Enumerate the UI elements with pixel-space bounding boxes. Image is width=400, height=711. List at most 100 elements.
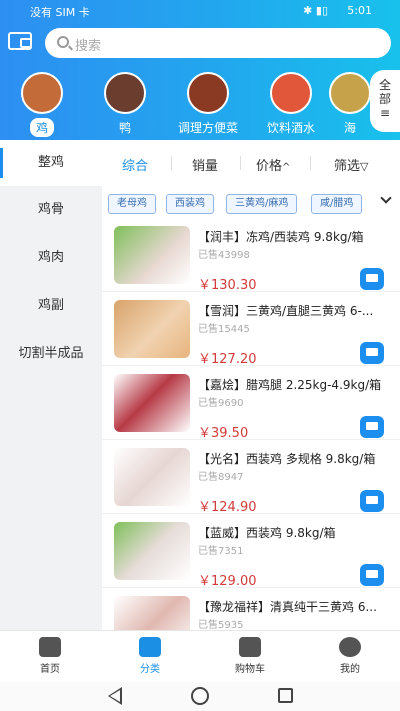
all-categories-button[interactable]: 全 部 ≡ bbox=[370, 70, 400, 132]
product-item[interactable]: 【嘉烩】腊鸡腿 2.25kg-4.9kg/箱 已售9690 ￥39.50 bbox=[102, 366, 400, 441]
product-image bbox=[114, 522, 190, 580]
chevron-down-icon[interactable] bbox=[380, 192, 392, 204]
search-input[interactable]: 搜索 bbox=[45, 28, 391, 58]
product-price: ￥127.20 bbox=[198, 352, 257, 367]
clock: 5:01 bbox=[347, 4, 372, 17]
wallet-icon[interactable] bbox=[8, 32, 32, 50]
profile-icon bbox=[339, 637, 361, 657]
sidebar-item-chicken-offal[interactable]: 鸡副 bbox=[0, 294, 102, 313]
add-to-cart-button[interactable] bbox=[360, 342, 384, 364]
status-icons: ✱ ▮▯ bbox=[303, 4, 328, 17]
product-image bbox=[114, 448, 190, 506]
nav-cart[interactable]: 购物车 bbox=[200, 631, 300, 683]
add-to-cart-button[interactable] bbox=[360, 490, 384, 512]
product-image bbox=[114, 300, 190, 358]
tag-western-chicken[interactable]: 西装鸡 bbox=[166, 194, 214, 214]
sort-price-label: 价格 bbox=[256, 159, 283, 174]
product-name: 【光名】西装鸡 多规格 9.8kg/箱 bbox=[198, 452, 376, 466]
product-sold: 已售8947 bbox=[198, 472, 244, 483]
chicken-image bbox=[21, 72, 63, 114]
search-icon bbox=[57, 36, 69, 48]
menu-icon: ≡ bbox=[379, 106, 391, 120]
recent-apps-icon[interactable] bbox=[278, 688, 293, 703]
product-sold: 已售5935 bbox=[198, 620, 244, 630]
product-name: 【雪润】三黄鸡/直腿三黄鸡 6-... bbox=[198, 304, 374, 318]
tag-cured-chicken[interactable]: 咸/腊鸡 bbox=[311, 194, 363, 214]
product-item[interactable]: 【润丰】冻鸡/西装鸡 9.8kg/箱 已售43998 ￥130.30 bbox=[102, 218, 400, 293]
home-circle-icon[interactable] bbox=[191, 687, 209, 705]
divider bbox=[310, 156, 311, 170]
product-image bbox=[114, 596, 190, 630]
system-nav-bar bbox=[0, 682, 400, 711]
product-sold: 已售43998 bbox=[198, 250, 250, 261]
product-sold: 已售7351 bbox=[198, 546, 244, 557]
category-label: 海 bbox=[343, 121, 356, 135]
product-image bbox=[114, 226, 190, 284]
bottom-nav: 首页 分类 购物车 我的 bbox=[0, 630, 400, 682]
nav-category[interactable]: 分类 bbox=[100, 631, 200, 683]
status-bar: 没有 SIM 卡 ✱ ▮▯ 5:01 bbox=[0, 0, 400, 22]
carrier-status: 没有 SIM 卡 bbox=[30, 6, 90, 19]
category-icon bbox=[139, 637, 161, 657]
nav-profile[interactable]: 我的 bbox=[300, 631, 400, 683]
all-label-bottom: 部 bbox=[378, 92, 391, 106]
filter-label: 筛选 bbox=[334, 159, 361, 174]
sort-sales[interactable]: 销量 bbox=[192, 155, 218, 174]
add-to-cart-button[interactable] bbox=[360, 268, 384, 290]
product-price: ￥39.50 bbox=[198, 426, 249, 441]
product-list: 【润丰】冻鸡/西装鸡 9.8kg/箱 已售43998 ￥130.30 【雪润】三… bbox=[102, 218, 400, 630]
cart-icon bbox=[239, 637, 261, 657]
divider bbox=[171, 156, 172, 170]
product-price: ￥130.30 bbox=[198, 278, 257, 293]
product-sold: 已售15445 bbox=[198, 324, 250, 335]
nav-label: 购物车 bbox=[235, 664, 265, 675]
category-label: 饮料酒水 bbox=[266, 121, 315, 135]
product-name: 【润丰】冻鸡/西装鸡 9.8kg/箱 bbox=[198, 230, 364, 244]
category-prepared-food[interactable]: 调理方便菜 bbox=[168, 72, 248, 137]
sort-price[interactable]: 价格^ bbox=[256, 155, 290, 174]
tag-row: 老母鸡 西装鸡 三黄鸡/麻鸡 咸/腊鸡 bbox=[102, 188, 400, 218]
product-name: 【嘉烩】腊鸡腿 2.25kg-4.9kg/箱 bbox=[198, 378, 382, 392]
sidebar-item-semi-finished[interactable]: 切割半成品 bbox=[0, 342, 102, 361]
product-sold: 已售9690 bbox=[198, 398, 244, 409]
duck-image bbox=[104, 72, 146, 114]
add-to-cart-button[interactable] bbox=[360, 416, 384, 438]
sidebar-item-chicken-meat[interactable]: 鸡肉 bbox=[0, 246, 102, 265]
top-header: 没有 SIM 卡 ✱ ▮▯ 5:01 搜索 鸡 鸭 调理方便菜 饮料酒水 海 全… bbox=[0, 0, 400, 140]
nav-label: 分类 bbox=[140, 664, 160, 675]
product-price: ￥124.90 bbox=[198, 500, 257, 515]
back-icon[interactable] bbox=[108, 687, 122, 705]
product-image bbox=[114, 374, 190, 432]
category-chicken[interactable]: 鸡 bbox=[2, 72, 82, 137]
sidebar-item-whole-chicken[interactable]: 整鸡 bbox=[0, 140, 102, 186]
product-item[interactable]: 【豫龙福祥】清真纯干三黄鸡 6... 已售5935 bbox=[102, 588, 400, 630]
category-label: 鸡 bbox=[29, 118, 54, 137]
product-name: 【蓝威】西装鸡 9.8kg/箱 bbox=[198, 526, 336, 540]
filter-icon: ▽ bbox=[360, 160, 369, 173]
category-label: 调理方便菜 bbox=[177, 121, 238, 135]
filter-button[interactable]: 筛选▽ bbox=[334, 155, 368, 174]
add-to-cart-button[interactable] bbox=[360, 564, 384, 586]
nav-home[interactable]: 首页 bbox=[0, 631, 100, 683]
sidebar-item-chicken-bone[interactable]: 鸡骨 bbox=[0, 198, 102, 217]
tag-old-hen[interactable]: 老母鸡 bbox=[108, 194, 156, 214]
tag-sanhuang-chicken[interactable]: 三黄鸡/麻鸡 bbox=[226, 194, 298, 214]
prepared-food-image bbox=[187, 72, 229, 114]
category-drinks[interactable]: 饮料酒水 bbox=[251, 72, 331, 137]
drinks-image bbox=[270, 72, 312, 114]
sort-arrow-icon: ^ bbox=[282, 162, 291, 173]
search-placeholder: 搜索 bbox=[75, 39, 102, 54]
seafood-image bbox=[329, 72, 371, 114]
product-price: ￥129.00 bbox=[198, 574, 257, 589]
nav-label: 首页 bbox=[40, 664, 60, 675]
sort-default[interactable]: 综合 bbox=[122, 155, 148, 174]
product-item[interactable]: 【光名】西装鸡 多规格 9.8kg/箱 已售8947 ￥124.90 bbox=[102, 440, 400, 515]
home-icon bbox=[39, 637, 61, 657]
product-name: 【豫龙福祥】清真纯干三黄鸡 6... bbox=[198, 600, 377, 614]
category-duck[interactable]: 鸭 bbox=[85, 72, 165, 137]
all-label-top: 全 bbox=[378, 78, 391, 92]
product-item[interactable]: 【雪润】三黄鸡/直腿三黄鸡 6-... 已售15445 ￥127.20 bbox=[102, 292, 400, 367]
nav-label: 我的 bbox=[340, 664, 360, 675]
category-label: 鸭 bbox=[118, 121, 131, 135]
product-item[interactable]: 【蓝威】西装鸡 9.8kg/箱 已售7351 ￥129.00 bbox=[102, 514, 400, 589]
